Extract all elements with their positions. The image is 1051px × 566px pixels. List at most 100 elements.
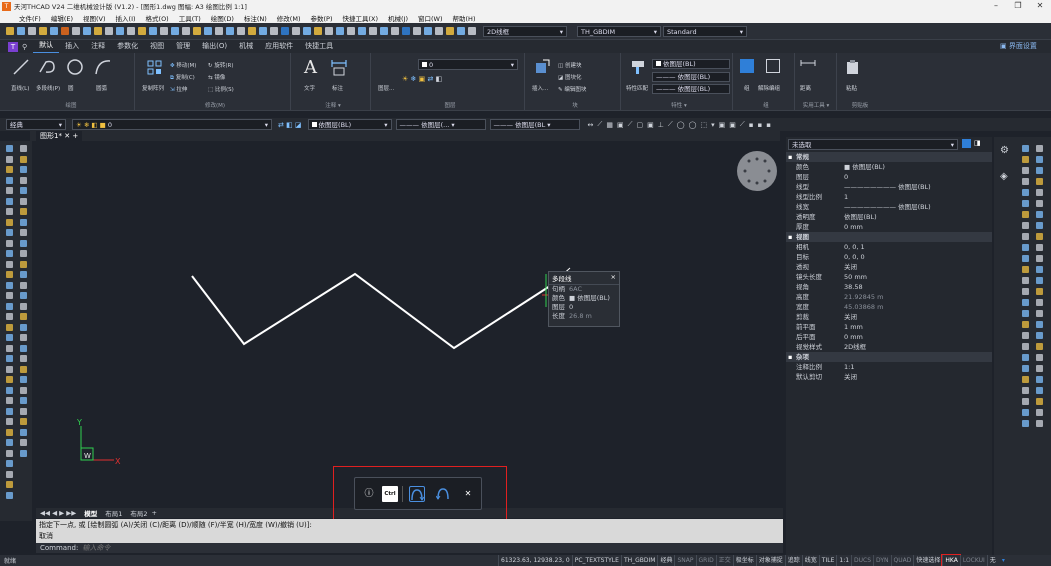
status-toggle[interactable]: PC_TEXTSTYLE bbox=[571, 555, 621, 566]
menu-item[interactable]: 格式(O) bbox=[146, 13, 169, 23]
insert-label[interactable]: 插入... bbox=[532, 84, 548, 92]
quick-select-icon[interactable] bbox=[962, 139, 971, 148]
polyline-entity[interactable] bbox=[191, 272, 551, 350]
ribbon-tab[interactable]: 插入 bbox=[59, 40, 85, 53]
side-tool-icon[interactable] bbox=[1022, 200, 1029, 207]
quick-tool-icon[interactable] bbox=[5, 27, 14, 35]
quick-tool-icon[interactable] bbox=[313, 27, 322, 35]
side-tool-icon[interactable] bbox=[1036, 321, 1043, 328]
draw-tool-icon[interactable] bbox=[6, 481, 13, 488]
side-tool-icon[interactable] bbox=[1022, 222, 1029, 229]
menu-item[interactable]: 工具(T) bbox=[179, 13, 201, 23]
quick-tool-icon[interactable] bbox=[225, 27, 234, 35]
layers-panel-icon[interactable]: ◈ bbox=[1000, 171, 1008, 182]
side-tool-icon[interactable] bbox=[1036, 310, 1043, 317]
draw-tool-icon[interactable] bbox=[6, 397, 13, 404]
quick-tool-icon[interactable] bbox=[302, 27, 311, 35]
copy-button[interactable]: ⧉ 复制(C) bbox=[170, 73, 195, 82]
snap-tool-icon[interactable]: ▣ bbox=[719, 121, 726, 129]
property-row[interactable]: 后平面 0 mm bbox=[786, 332, 992, 342]
quick-tool-icon[interactable] bbox=[115, 27, 124, 35]
measure-distance-icon[interactable] bbox=[800, 59, 816, 73]
side-tool-icon[interactable] bbox=[1036, 288, 1043, 295]
snap-tool-icon[interactable]: ▪ bbox=[749, 121, 754, 129]
scale-button[interactable]: ⬚ 比例(S) bbox=[208, 85, 234, 93]
side-tool-icon[interactable] bbox=[1022, 255, 1029, 262]
circle-label[interactable]: 圆 bbox=[68, 84, 74, 92]
side-tool-icon[interactable] bbox=[1022, 420, 1029, 427]
status-toggle[interactable]: 对象捕捉 bbox=[755, 555, 785, 566]
draw-tool-icon[interactable] bbox=[6, 449, 13, 457]
textstyle-select[interactable]: Standard ▾ bbox=[663, 25, 747, 37]
menu-item[interactable]: 标注(N) bbox=[244, 13, 267, 23]
drawing-canvas[interactable]: Y X W bbox=[32, 141, 784, 506]
status-toggle[interactable]: 1:1 bbox=[836, 555, 851, 566]
side-tool-icon[interactable] bbox=[1022, 409, 1029, 416]
quick-tool-icon[interactable] bbox=[324, 27, 333, 35]
status-toggle[interactable]: 追踪 bbox=[784, 555, 802, 566]
status-toggle[interactable]: 正交 bbox=[715, 555, 733, 566]
property-row[interactable]: 透明度 依图层(BL) bbox=[786, 212, 992, 222]
property-row[interactable]: 图层 0 bbox=[786, 172, 992, 182]
visual-style-select[interactable]: 2D线框 ▾ bbox=[483, 25, 567, 37]
quick-tool-icon[interactable] bbox=[236, 27, 245, 35]
side-tool-icon[interactable] bbox=[1022, 299, 1029, 306]
quick-tool-icon[interactable] bbox=[203, 27, 212, 35]
quick-tool-icon[interactable] bbox=[379, 27, 388, 35]
quick-tool-icon[interactable] bbox=[82, 27, 91, 35]
insert-block-icon[interactable] bbox=[534, 59, 550, 75]
side-tool-icon[interactable] bbox=[1022, 343, 1029, 350]
side-tool-icon[interactable] bbox=[1036, 299, 1043, 306]
ribbon-tab[interactable]: 注释 bbox=[85, 40, 111, 53]
draw-tool-icon[interactable] bbox=[6, 418, 13, 425]
draw-tool-icon[interactable] bbox=[6, 145, 13, 152]
side-tool-icon[interactable] bbox=[1036, 244, 1043, 251]
side-tool-icon[interactable] bbox=[1022, 156, 1029, 163]
status-toggle[interactable]: DUCS bbox=[851, 555, 873, 566]
property-row[interactable]: 视角 38.58 bbox=[786, 282, 992, 292]
side-tool-icon[interactable] bbox=[1022, 178, 1029, 185]
quick-tool-icon[interactable] bbox=[214, 27, 223, 35]
property-section-header[interactable]: ▪ 杂项 bbox=[786, 352, 992, 362]
draw-tool-icon[interactable] bbox=[6, 470, 13, 478]
app-menu-icon[interactable]: T bbox=[8, 41, 18, 52]
layout-tab[interactable]: 模型 bbox=[84, 508, 97, 518]
side-tool-icon[interactable] bbox=[1036, 398, 1043, 405]
layer-isolate-icon[interactable]: ◧ bbox=[436, 75, 443, 83]
menu-item[interactable]: 帮助(H) bbox=[453, 13, 476, 23]
draw-tool-icon[interactable] bbox=[20, 376, 27, 383]
quick-tool-icon[interactable] bbox=[71, 27, 80, 35]
ribbon-tab[interactable]: 应用软件 bbox=[259, 40, 299, 53]
ribbon-tab[interactable]: 视图 bbox=[144, 40, 170, 53]
ribbon-tab[interactable]: 管理 bbox=[170, 40, 196, 53]
layer-select[interactable]: 0 ▾ bbox=[418, 59, 518, 70]
document-tab[interactable]: 图形1* ✕ + bbox=[36, 131, 83, 141]
quick-tool-icon[interactable] bbox=[346, 27, 355, 35]
draw-tool-icon[interactable] bbox=[6, 491, 13, 499]
draw-tool-icon[interactable] bbox=[20, 449, 27, 457]
side-tool-icon[interactable] bbox=[1036, 332, 1043, 339]
match-properties-label[interactable]: 特性匹配 bbox=[626, 84, 648, 92]
property-row[interactable]: 线宽 ———————— 依图层(BL) bbox=[786, 202, 992, 212]
layer-dropdown[interactable]: ☀ ❄ ◧ ■ 0 ▾ bbox=[72, 119, 272, 130]
side-tool-icon[interactable] bbox=[1036, 343, 1043, 350]
quick-tool-icon[interactable] bbox=[390, 27, 399, 35]
draw-tool-icon[interactable] bbox=[20, 397, 27, 404]
snap-tool-icon[interactable]: ▢ bbox=[636, 121, 643, 129]
array-icon[interactable] bbox=[146, 59, 164, 77]
status-toggle[interactable]: 极坐标 bbox=[732, 555, 756, 566]
menu-item[interactable]: 修改(M) bbox=[277, 13, 301, 23]
paste-icon[interactable] bbox=[846, 59, 860, 75]
draw-tool-icon[interactable] bbox=[20, 418, 27, 425]
rotate-button[interactable]: ↻ 旋转(R) bbox=[208, 61, 233, 69]
quick-tool-icon[interactable] bbox=[258, 27, 267, 35]
copy-array-button[interactable]: 复制阵列 bbox=[142, 84, 164, 92]
ribbon-tab[interactable]: 默认 bbox=[33, 39, 60, 54]
create-block-button[interactable]: ◫ 创建块 bbox=[558, 61, 581, 69]
draw-tool-icon[interactable] bbox=[6, 334, 13, 341]
blockify-button[interactable]: ◪ 图块化 bbox=[558, 73, 581, 81]
arc-label[interactable]: 圆弧 bbox=[96, 84, 107, 92]
side-tool-icon[interactable] bbox=[1022, 211, 1029, 218]
property-row[interactable]: 前平面 1 mm bbox=[786, 322, 992, 332]
ribbon-tab[interactable]: 快捷工具 bbox=[299, 40, 339, 53]
